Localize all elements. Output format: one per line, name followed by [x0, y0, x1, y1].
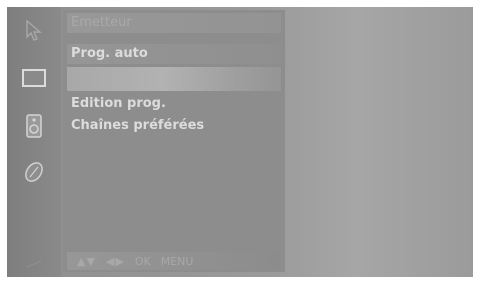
setup-icon[interactable]: [19, 157, 49, 187]
menu-label: MENU: [160, 254, 194, 268]
navigation-hint-bar: ▲▼ ◀▶ OK MENU: [67, 252, 281, 270]
menu-item-edition-prog[interactable]: Edition prog.: [67, 94, 281, 114]
menu-item-prog-auto[interactable]: Prog. auto: [67, 44, 281, 64]
left-right-arrows-icon: ◀▶: [105, 254, 125, 268]
screen-icon[interactable]: [19, 63, 49, 93]
down-hint-icon: [19, 257, 49, 271]
osd-sidebar: [7, 7, 61, 277]
menu-panel: Emetteur Prog. auto Edition prog. Chaîne…: [63, 10, 285, 272]
cursor-icon[interactable]: [19, 15, 49, 45]
menu-item-chaines-preferees[interactable]: Chaînes préférées: [67, 116, 281, 136]
up-down-arrows-icon: ▲▼: [77, 254, 96, 268]
tv-osd-screen: Emetteur Prog. auto Edition prog. Chaîne…: [7, 7, 473, 277]
menu-item-emetteur[interactable]: Emetteur: [67, 13, 281, 33]
ok-label: OK: [134, 254, 151, 268]
selected-item-highlight[interactable]: [67, 67, 281, 91]
speaker-icon[interactable]: [19, 111, 49, 141]
